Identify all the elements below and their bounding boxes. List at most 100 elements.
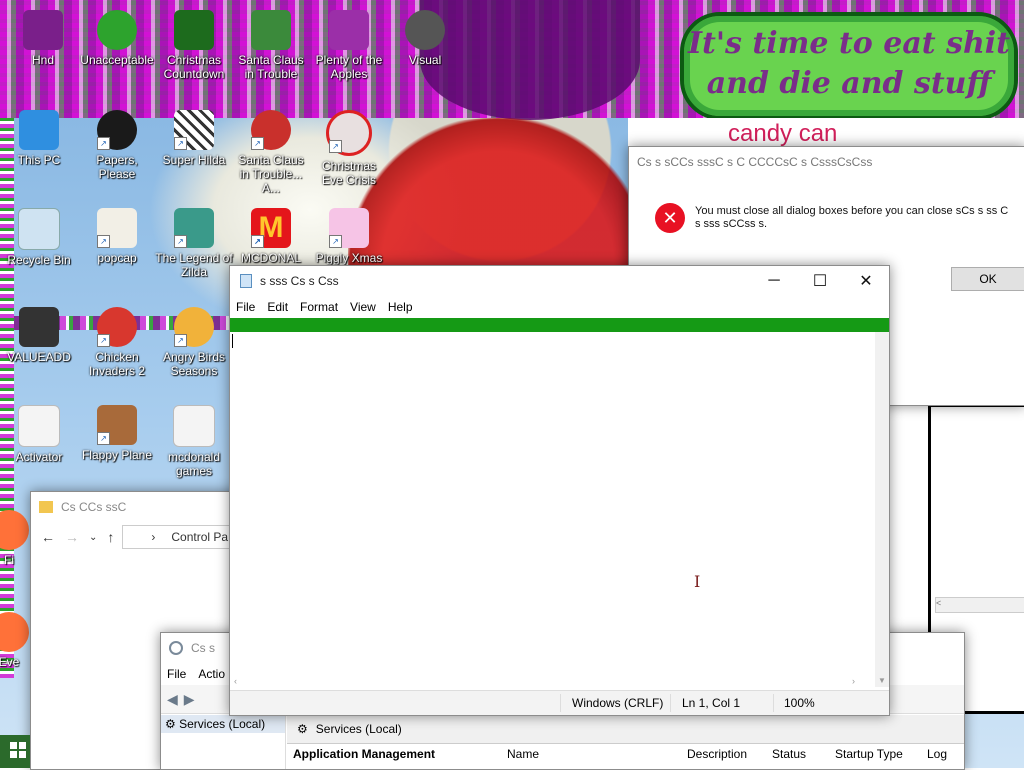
ok-button[interactable]: OK [951,267,1024,291]
tree-item-services-local[interactable]: ⚙ Services (Local) [161,715,285,733]
desktop-icon-flappy-plane[interactable]: ↗ Flappy Plane [78,405,156,462]
desktop-icon-valueadd[interactable]: VALUEADD [0,307,78,364]
app-icon [405,10,445,50]
desktop-icon-popcap[interactable]: ↗ popcap [78,208,156,265]
app-icon [329,10,369,50]
column-header-description[interactable]: Description [687,747,747,761]
desktop-icon[interactable]: Christmas Countdown [155,10,233,81]
scrollbar[interactable]: < [935,597,1024,613]
scroll-right-icon[interactable]: › [852,676,855,686]
icon-label: Super Hilda [162,153,226,167]
chevron-down-icon[interactable]: ⌄ [89,532,97,543]
menu-edit[interactable]: Edit [261,300,294,314]
desktop-icon-this-pc[interactable]: This PC [0,110,78,167]
app-icon [23,10,63,50]
control-panel-titlebar[interactable]: Cs CCs ssC [31,492,241,522]
status-divider [560,694,561,712]
shortcut-arrow-icon: ↗ [251,235,264,248]
shortcut-arrow-icon: ↗ [329,140,342,153]
angry-birds-icon: ↗ [174,307,214,347]
cursor-position-status: Ln 1, Col 1 [682,696,741,710]
windows-start-icon[interactable] [10,742,26,758]
text-editor[interactable]: I [230,332,875,687]
desktop-icon-chicken-invaders[interactable]: ↗ Chicken Invaders 2 [78,307,156,378]
menu-help[interactable]: Help [382,300,419,314]
desktop-icon-mcdonald-games[interactable]: mcdonald games [155,405,233,478]
valueadd-icon [19,307,59,347]
menu-view[interactable]: View [344,300,382,314]
app-icon [97,10,137,50]
notepad-titlebar[interactable]: s sss Cs s Css ─ ☐ ✕ [230,266,889,296]
this-pc-icon [19,110,59,150]
desktop-icon[interactable]: Hnd [4,10,82,67]
column-header-log-on-as[interactable]: Log [927,747,947,761]
column-header-startup-type[interactable]: Startup Type [835,747,903,761]
up-arrow-icon[interactable]: ↑ [107,529,114,545]
desktop-icon[interactable]: Plenty of the Apples [310,10,388,81]
gear-icon: ⚙ [297,722,308,736]
menu-file[interactable]: File [161,667,192,681]
desktop-icon[interactable]: Unacceptable [78,10,156,67]
icon-label: Visual [408,53,442,67]
eve-icon [0,612,29,652]
desktop-icon[interactable]: Santa Claus in Trouble [232,10,310,81]
chicken-invaders-icon: ↗ [97,307,137,347]
back-arrow-icon[interactable]: ← [41,529,55,545]
desktop-icon-activator[interactable]: Activator [0,405,78,464]
desktop-icon[interactable]: Visual [386,10,464,67]
icon-label: Christmas Eve Crisis [321,159,376,187]
notepad-menubar: File Edit Format View Help [230,296,889,318]
menu-file[interactable]: File [230,300,261,314]
notepad-title: s sss Cs s Css [260,274,339,288]
scroll-down-icon[interactable]: ▼ [878,676,886,685]
address-bar[interactable]: › Control Pa [122,525,233,549]
maximize-icon[interactable]: ☐ [797,266,843,296]
menu-action[interactable]: Actio [192,667,231,681]
desktop-icon-super-hilda[interactable]: ↗ Super Hilda [155,110,233,167]
dialog-titlebar[interactable]: Cs s sCCs sssC s C CCCCsC s CsssCsCss [629,147,1024,177]
papers-please-icon: ↗ [97,110,137,150]
forward-arrow-icon[interactable]: ▶ [184,691,195,708]
vertical-scrollbar[interactable]: ▼ [875,332,889,687]
scroll-left-icon[interactable]: ‹ [234,676,237,686]
shortcut-arrow-icon: ↗ [174,137,187,150]
glitch-band [230,318,889,332]
back-arrow-icon[interactable]: ◀ [167,691,178,708]
desktop-icon-zilda[interactable]: ↗ The Legend of Zilda [155,208,233,279]
close-icon[interactable]: ✕ [843,266,889,296]
icon-label: mcdonald games [167,450,221,478]
forward-arrow-icon[interactable]: → [65,529,79,545]
shortcut-arrow-icon: ↗ [174,235,187,248]
desktop-icon-piggly[interactable]: ↗ Piggly Xmas [310,208,388,265]
desktop-icon-papers-please[interactable]: ↗ Papers, Please [78,110,156,181]
menu-format[interactable]: Format [294,300,344,314]
horizontal-scrollbar[interactable]: ‹ › [230,676,875,688]
services-title: Cs s [191,641,215,655]
activator-icon [18,405,60,447]
desktop-icon-christmas-eve[interactable]: ↗ Christmas Eve Crisis [310,110,388,187]
icon-label: Chicken Invaders 2 [88,350,146,378]
column-header-name[interactable]: Name [507,747,539,761]
super-hilda-icon: ↗ [174,110,214,150]
desktop-icon-mcdonalds[interactable]: M ↗ MCDONAL [232,208,310,265]
christmas-eve-icon: ↗ [326,110,372,156]
icon-label: Recycle Bin [7,253,71,267]
minimize-icon[interactable]: ─ [751,266,797,296]
shortcut-arrow-icon: ↗ [97,432,110,445]
column-header-status[interactable]: Status [772,747,806,761]
desktop-icon-santa[interactable]: ↗ Santa Claus in Trouble... A... [232,110,310,195]
glitch-strip [0,118,14,678]
icon-label: Santa Claus in Trouble... A... [238,153,304,195]
desktop-icon-angry-birds[interactable]: ↗ Angry Birds Seasons [155,307,233,378]
address-text: Control Pa [171,530,229,544]
app-icon [251,10,291,50]
desktop-icon-recycle-bin[interactable]: Recycle Bin [0,208,78,267]
services-column-headers: Name Description Status Startup Type Log [493,739,964,769]
control-panel-title: Cs CCs ssC [61,500,127,514]
icon-label: MCDONAL [240,251,301,265]
shortcut-arrow-icon: ↗ [97,334,110,347]
shortcut-arrow-icon: ↗ [97,137,110,150]
zilda-icon: ↗ [174,208,214,248]
services-pane: ⚙ Services (Local) Application Managemen… [287,715,964,769]
icon-label: Plenty of the Apples [315,53,383,81]
